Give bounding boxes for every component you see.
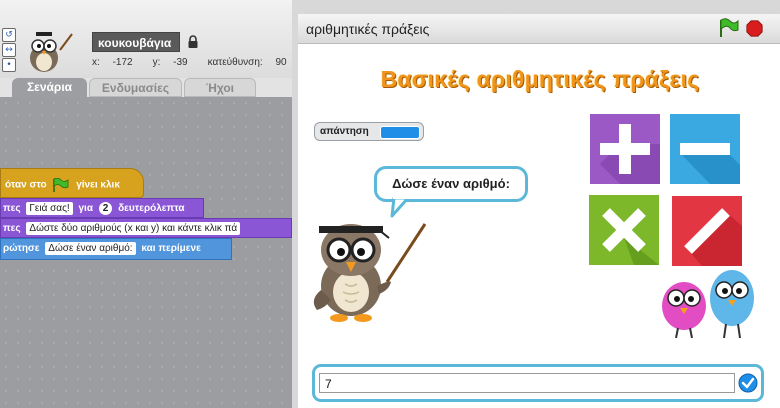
lock-icon[interactable]	[187, 35, 199, 49]
direction-value: 90	[275, 57, 287, 68]
say-block-verb: πες	[3, 203, 21, 215]
hat-block-label-start: όταν στο	[5, 179, 47, 191]
say-block[interactable]: πες Δώστε δύο αριθμούς (x και y) και κάν…	[0, 218, 292, 238]
divide-icon[interactable]	[672, 196, 742, 266]
stage-heading: Βασικές αριθμητικές πράξεις	[380, 66, 700, 92]
green-flag-icon	[53, 178, 69, 192]
sprite-position-readout: x: -172 y: -39 κατεύθυνση: 90	[92, 57, 307, 68]
x-label: x:	[92, 57, 100, 68]
say2-text-input[interactable]: Δώστε δύο αριθμούς (x και y) και κάντε κ…	[26, 222, 241, 235]
say-text-input[interactable]: Γειά σας!	[26, 202, 73, 215]
tab-sounds[interactable]: Ήχοι	[184, 78, 256, 97]
times-icon[interactable]	[589, 195, 659, 265]
y-value: -39	[173, 57, 188, 68]
say-for-secs-block[interactable]: πες Γειά σας! για 2 δευτερόλεπτα	[0, 198, 204, 218]
sprite-thumbnail[interactable]	[22, 26, 78, 76]
ask-block-wait: και περίμενε	[141, 243, 201, 255]
tab-costumes[interactable]: Ενδυμασίες	[89, 78, 182, 97]
sprite-name-field[interactable]: κουκουβάγια	[92, 32, 180, 52]
answer-monitor-label: απάντηση	[320, 126, 369, 137]
hat-block-label-end: γίνει κλικ	[76, 179, 120, 191]
answer-monitor-value	[380, 126, 420, 139]
say-block-for: για	[78, 203, 93, 215]
ask-text-input[interactable]: Δώσε έναν αριθμό:	[45, 242, 136, 255]
x-value: -172	[112, 57, 133, 68]
when-flag-clicked-block[interactable]: όταν στο γίνει κλικ	[0, 168, 144, 198]
owl-teacher-sprite[interactable]	[305, 212, 430, 324]
minus-icon[interactable]	[670, 114, 740, 184]
say-seconds-input[interactable]: 2	[98, 202, 113, 215]
plus-icon[interactable]	[590, 114, 660, 184]
tab-scripts[interactable]: Σενάρια	[12, 78, 87, 97]
check-icon[interactable]	[738, 373, 758, 393]
ask-block-verb: ρώτησε	[3, 243, 40, 255]
say-block-unit: δευτερόλεπτα	[118, 203, 185, 215]
y-label: y:	[152, 57, 161, 68]
answer-input[interactable]: 7	[319, 373, 735, 393]
stop-icon[interactable]	[746, 20, 763, 37]
rotation-style-button[interactable]: ↔	[2, 43, 16, 57]
dont-rotate-button[interactable]: •	[2, 58, 16, 72]
info-toggle-button[interactable]: ↺	[2, 28, 16, 42]
direction-label: κατεύθυνση:	[207, 57, 263, 68]
green-flag-icon[interactable]	[718, 18, 740, 38]
project-title[interactable]: αριθμητικές πράξεις	[306, 21, 429, 37]
ask-and-wait-block[interactable]: ρώτησε Δώσε έναν αριθμό: και περίμενε	[0, 238, 232, 260]
say2-block-verb: πες	[3, 223, 21, 235]
birds-sprite[interactable]	[660, 266, 760, 338]
